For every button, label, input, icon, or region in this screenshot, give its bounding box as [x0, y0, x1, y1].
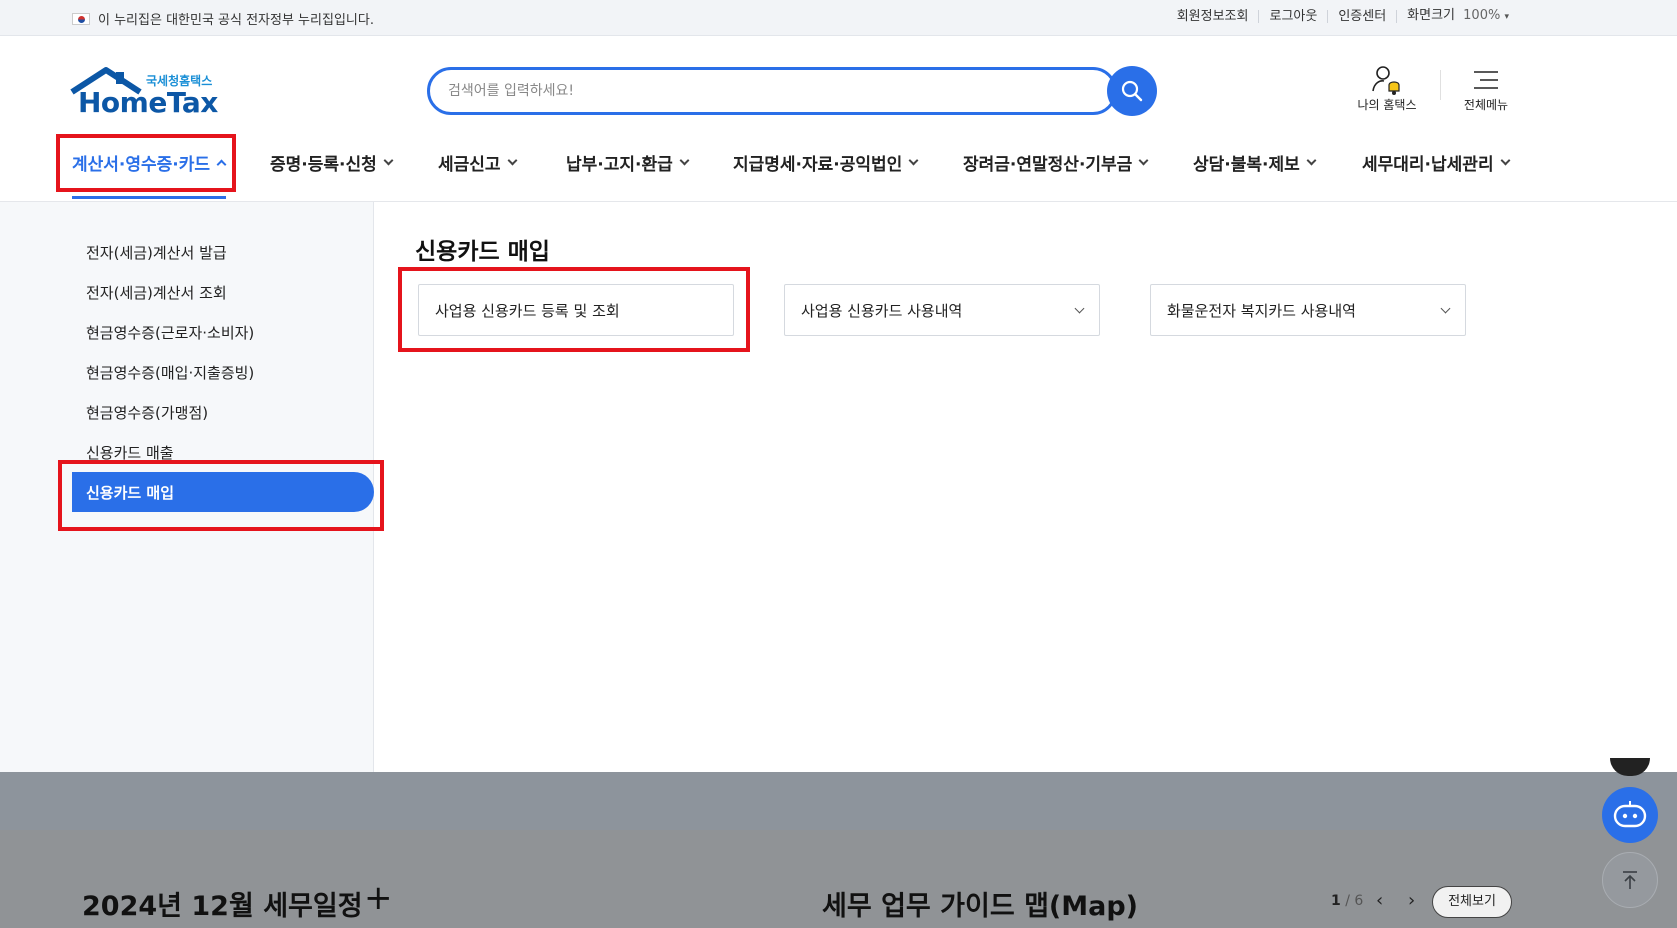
side-item-e-invoice-inquiry[interactable]: 전자(세금)계산서 조회	[86, 282, 227, 303]
utility-links: 회원정보조회 로그아웃 인증센터 화면크기 100% ▾	[1167, 9, 1509, 24]
side-item-credit-card-purchase[interactable]: 신용카드 매입	[72, 472, 374, 512]
chevron-down-icon	[908, 155, 919, 166]
logo-title: HomeTax	[78, 86, 218, 119]
my-hometax-label: 나의 홈택스	[1357, 98, 1417, 112]
mega-section-title: 신용카드 매입	[415, 239, 550, 265]
zoom-label: 화면크기	[1407, 8, 1456, 23]
gnb-label: 지급명세·자료·공익법인	[733, 155, 903, 175]
pager-total: / 6	[1345, 893, 1364, 909]
gnb-label: 장려금·연말정산·기부금	[963, 155, 1133, 175]
side-item-cash-receipt-purchase[interactable]: 현금영수증(매입·지출증빙)	[86, 362, 254, 383]
gnb-item-incentive-settlement[interactable]: 장려금·연말정산·기부금	[963, 150, 1149, 175]
menu-card-business-card-usage[interactable]: 사업용 신용카드 사용내역	[784, 284, 1100, 336]
gov-notice-text: 이 누리집은 대한민국 공식 전자정부 누리집입니다.	[98, 13, 374, 28]
search-input[interactable]	[448, 79, 1028, 103]
search-box	[427, 67, 1117, 115]
side-item-cash-receipt-merchant[interactable]: 현금영수증(가맹점)	[86, 402, 208, 423]
korea-flag-icon	[72, 12, 90, 25]
gnb-label: 납부·고지·환급	[566, 155, 673, 175]
user-bell-icon	[1372, 66, 1400, 95]
zoom-value: 100%	[1463, 8, 1501, 23]
view-all-button[interactable]: 전체보기	[1432, 886, 1512, 918]
search-button[interactable]	[1107, 66, 1157, 116]
chevron-down-icon	[1500, 155, 1511, 166]
chevron-down-icon	[679, 155, 690, 166]
hamburger-menu-icon	[1474, 71, 1498, 89]
chevron-left-icon[interactable]: ‹	[1376, 892, 1383, 910]
chevron-down-icon: ▾	[1504, 12, 1509, 22]
chatbot-icon	[1613, 801, 1647, 828]
member-info-link[interactable]: 회원정보조회	[1167, 10, 1260, 23]
gnb-label: 세무대리·납세관리	[1362, 155, 1494, 175]
gnb-label: 상담·불복·제보	[1193, 155, 1300, 175]
chevron-right-icon[interactable]: ›	[1408, 892, 1415, 910]
chevron-down-icon	[383, 155, 394, 166]
global-nav: 계산서·영수증·카드 증명·등록·신청 세금신고 납부·고지·환급 지급명세·자…	[0, 136, 1677, 202]
pager-indicator: 1 / 6	[1331, 893, 1363, 909]
cert-center-link[interactable]: 인증센터	[1328, 10, 1398, 23]
my-hometax-button[interactable]: 나의 홈택스	[1347, 64, 1427, 113]
chevron-down-icon	[507, 155, 518, 166]
gnb-item-invoice-receipt-card[interactable]: 계산서·영수증·카드	[72, 150, 227, 175]
side-item-credit-card-sales[interactable]: 신용카드 매출	[86, 442, 174, 463]
menu-card-label: 화물운전자 복지카드 사용내역	[1167, 302, 1356, 320]
gnb-label: 계산서·영수증·카드	[72, 155, 211, 175]
zoom-control[interactable]: 화면크기 100% ▾	[1397, 9, 1509, 24]
gnb-item-payment-statement[interactable]: 지급명세·자료·공익법인	[733, 150, 919, 175]
header-divider	[1440, 70, 1441, 100]
all-menu-button[interactable]: 전체메뉴	[1446, 64, 1526, 113]
side-item-e-invoice-issue[interactable]: 전자(세금)계산서 발급	[86, 242, 227, 263]
scroll-top-button[interactable]	[1602, 852, 1658, 908]
chevron-down-icon	[1074, 303, 1085, 314]
logout-link[interactable]: 로그아웃	[1259, 10, 1329, 23]
gnb-label: 세금신고	[438, 155, 501, 175]
chatbot-button[interactable]	[1602, 787, 1658, 843]
chevron-down-icon	[1440, 303, 1451, 314]
menu-card-label: 사업용 신용카드 사용내역	[801, 302, 963, 320]
menu-card-freight-welfare-card[interactable]: 화물운전자 복지카드 사용내역	[1150, 284, 1466, 336]
pager-current: 1	[1331, 893, 1341, 909]
gnb-item-tax-agent[interactable]: 세무대리·납세관리	[1362, 150, 1511, 175]
search-icon	[1121, 80, 1143, 102]
arrow-up-icon	[1623, 871, 1637, 889]
menu-card-label: 사업용 신용카드 등록 및 조회	[435, 302, 620, 320]
mega-menu: 전자(세금)계산서 발급 전자(세금)계산서 조회 현금영수증(근로자·소비자)…	[0, 202, 1677, 772]
gnb-item-tax-report[interactable]: 세금신고	[438, 150, 518, 175]
tax-schedule-title: 2024년 12월 세무일정	[82, 891, 363, 922]
gnb-item-consult-appeal[interactable]: 상담·불복·제보	[1193, 150, 1317, 175]
gnb-label: 증명·등록·신청	[270, 155, 377, 175]
all-menu-label: 전체메뉴	[1463, 98, 1509, 112]
dimmed-card-strip	[0, 772, 1677, 830]
gov-notice: 이 누리집은 대한민국 공식 전자정부 누리집입니다.	[72, 9, 374, 28]
mega-menu-sidebar: 전자(세금)계산서 발급 전자(세금)계산서 조회 현금영수증(근로자·소비자)…	[0, 202, 374, 772]
active-nav-underline	[72, 196, 226, 199]
chevron-up-icon	[216, 159, 227, 170]
menu-card-business-card-register[interactable]: 사업용 신용카드 등록 및 조회	[418, 284, 734, 336]
gnb-item-payment-refund[interactable]: 납부·고지·환급	[566, 150, 690, 175]
gov-notice-bar: 이 누리집은 대한민국 공식 전자정부 누리집입니다. 회원정보조회 로그아웃 …	[0, 0, 1677, 36]
guide-map-title: 세무 업무 가이드 맵(Map)	[822, 891, 1139, 922]
chevron-down-icon	[1306, 155, 1317, 166]
plus-icon[interactable]: +	[364, 881, 393, 915]
hometax-logo[interactable]: 국세청홈택스 HomeTax	[70, 66, 230, 119]
chevron-down-icon	[1138, 155, 1149, 166]
gnb-item-certificate-register[interactable]: 증명·등록·신청	[270, 150, 394, 175]
side-item-cash-receipt-consumer[interactable]: 현금영수증(근로자·소비자)	[86, 322, 254, 343]
